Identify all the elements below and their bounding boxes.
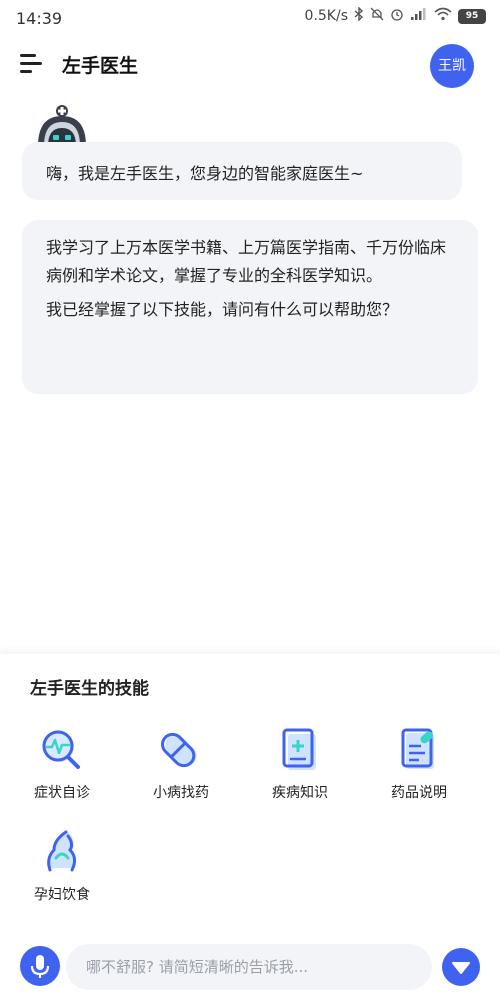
disease-book-icon	[250, 726, 350, 774]
drug-document-icon	[369, 726, 469, 774]
bluetooth-icon	[354, 6, 364, 25]
skill-drug-instructions[interactable]: 药品说明	[369, 726, 469, 802]
skill-symptom-self-diagnosis[interactable]: 症状自诊	[12, 726, 112, 802]
user-avatar[interactable]: 王凯	[430, 44, 474, 88]
page-title: 左手医生	[62, 55, 139, 77]
mute-icon	[370, 7, 384, 25]
chevron-down-icon	[442, 962, 480, 990]
skill-label: 症状自诊	[34, 785, 90, 801]
message-text: 嗨，我是左手医生，您身边的智能家庭医生~	[46, 164, 364, 183]
status-time: 14:39	[16, 9, 63, 28]
skill-label: 孕妇饮食	[34, 887, 90, 903]
message-paragraph: 我已经掌握了以下技能，请问有什么可以帮助您？	[46, 300, 399, 319]
status-icons: 0.5K/s 95	[304, 6, 486, 25]
collapse-panel-button[interactable]	[442, 948, 480, 986]
skill-pregnancy-diet[interactable]: 孕妇饮食	[12, 828, 112, 904]
voice-input-button[interactable]	[20, 946, 60, 986]
app-header: 左手医生 王凯	[0, 36, 500, 92]
chat-input[interactable]	[66, 944, 432, 990]
message-paragraph: 我学习了上万本医学书籍、上万篇医学指南、千万份临床病例和学术论文，掌握了专业的全…	[46, 238, 447, 285]
pregnancy-icon	[12, 828, 112, 876]
chat-bubble-greeting: 嗨，我是左手医生，您身边的智能家庭医生~	[22, 142, 462, 200]
alarm-icon	[390, 7, 404, 25]
skills-title: 左手医生的技能	[30, 679, 149, 699]
skill-disease-knowledge[interactable]: 疾病知识	[250, 726, 350, 802]
battery-icon: 95	[458, 8, 486, 24]
skill-find-medicine[interactable]: 小病找药	[131, 726, 231, 802]
pill-icon	[131, 726, 231, 774]
skill-label: 药品说明	[391, 785, 447, 801]
chat-bubble-intro: 我学习了上万本医学书籍、上万篇医学指南、千万份临床病例和学术论文，掌握了专业的全…	[22, 220, 478, 394]
skill-label: 疾病知识	[272, 785, 328, 801]
microphone-icon	[20, 955, 60, 990]
symptom-search-icon	[12, 726, 112, 774]
status-bar: 14:39 0.5K/s 95	[0, 0, 500, 36]
skill-label: 小病找药	[153, 785, 209, 801]
menu-icon[interactable]	[20, 54, 42, 74]
robot-doctor-icon	[34, 102, 90, 146]
wifi-icon	[434, 7, 452, 25]
signal-icon	[410, 7, 428, 25]
network-speed: 0.5K/s	[304, 8, 348, 24]
